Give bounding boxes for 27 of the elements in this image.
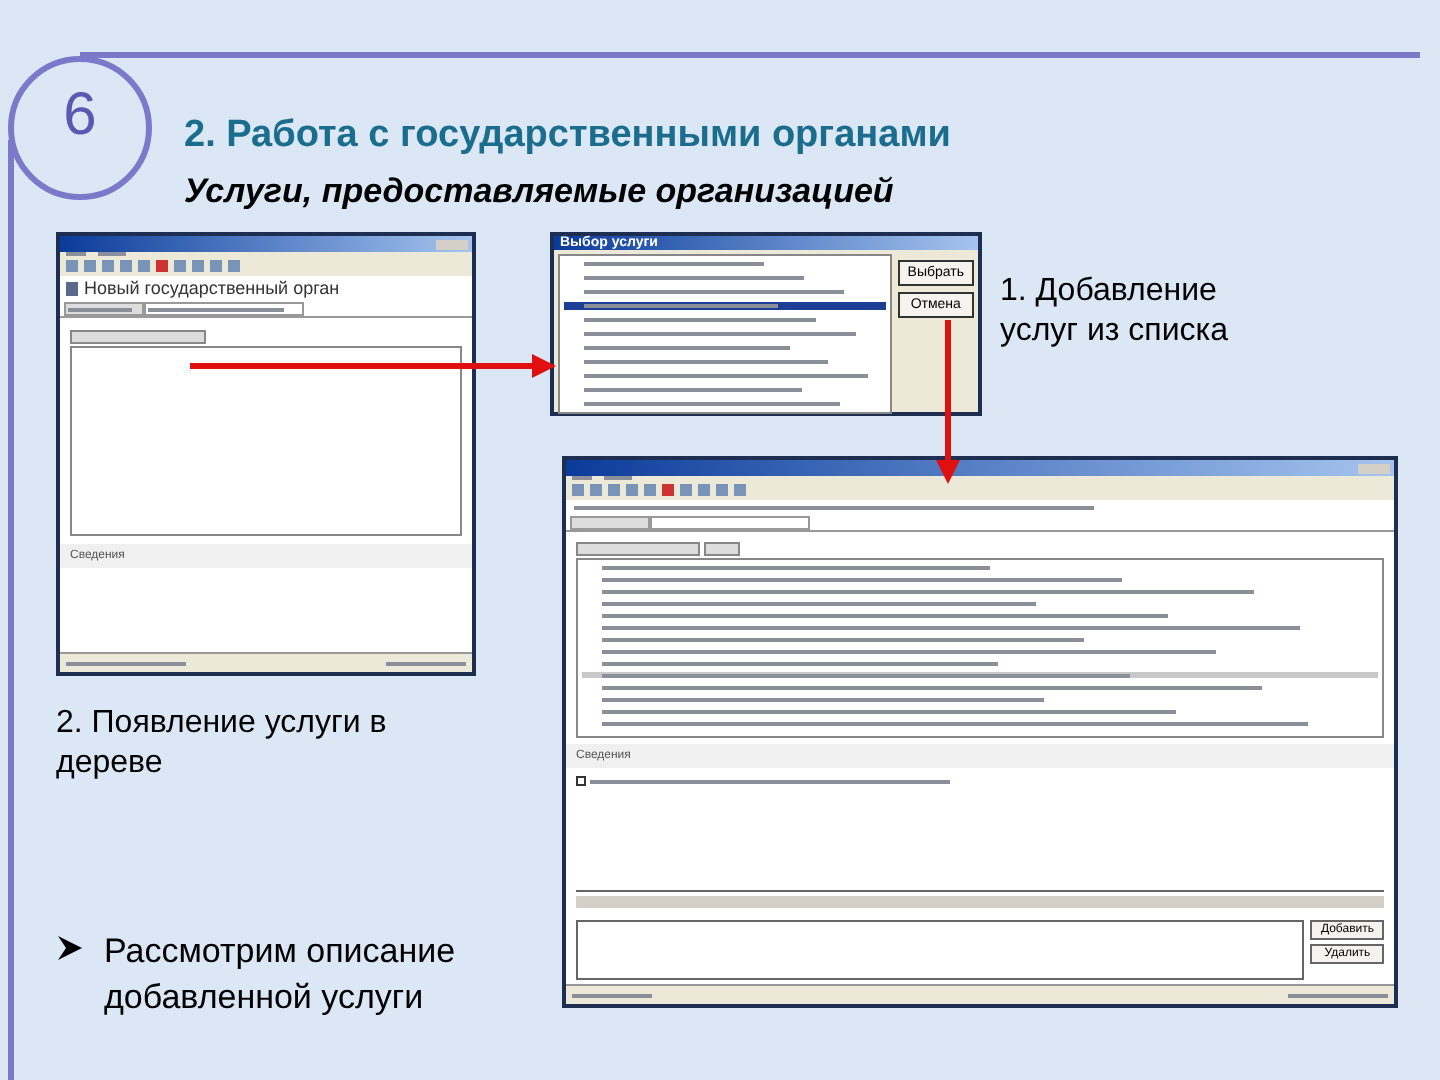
toolbar-button[interactable] (576, 542, 700, 556)
blurred-text-line (66, 661, 186, 665)
bullet-text: Рассмотрим описание добавленной услуги (104, 930, 458, 1020)
tab[interactable] (64, 302, 144, 316)
checkbox[interactable] (576, 776, 586, 786)
add-service-button[interactable] (70, 330, 206, 344)
blurred-text-line (98, 252, 126, 256)
tab[interactable] (570, 516, 650, 530)
blurred-text-line (572, 993, 652, 997)
tree-row[interactable] (564, 302, 886, 310)
blurred-text-line (68, 307, 133, 311)
toolbar-button[interactable] (704, 542, 740, 556)
blurred-text-line (1288, 993, 1388, 997)
caption-tree: 2. Появление услуги в дереве (56, 704, 389, 784)
form-heading: Новый государственный орган (84, 280, 340, 298)
slide-title: 2. Работа с государственными органами (184, 116, 951, 154)
document-icon (66, 282, 78, 296)
caption-add: 1. Добавление услуг из списка (1000, 272, 1231, 352)
tab[interactable] (650, 516, 810, 530)
arrowhead-bullet-icon (56, 934, 84, 962)
slide-subtitle: Услуги, предоставляемые организацией (184, 174, 896, 208)
blurred-text-line (148, 307, 285, 311)
blurred-text-line (386, 661, 466, 665)
text-area[interactable] (576, 920, 1305, 980)
blurred-text-line (604, 476, 632, 480)
tree-row[interactable] (582, 672, 1378, 678)
tab[interactable] (144, 302, 304, 316)
